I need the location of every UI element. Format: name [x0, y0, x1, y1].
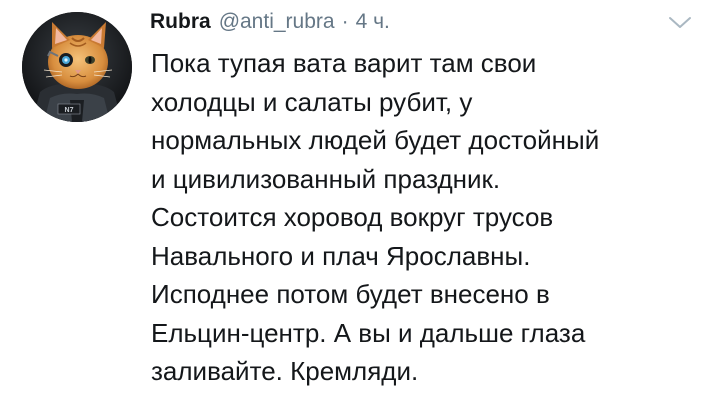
author-name[interactable]: Rubra	[150, 10, 211, 34]
tweet-text-line: Ельцин-центр. А вы и дальше глаза	[151, 317, 586, 348]
tweet-text-line: и цивилизованный праздник.	[151, 163, 501, 194]
chevron-down-icon	[669, 17, 691, 28]
more-options-button[interactable]	[667, 14, 693, 32]
tweet[interactable]: N7 Rubra @anti_rubra · 4 ч. Пока тупая в…	[0, 0, 720, 401]
avatar[interactable]: N7	[22, 12, 132, 122]
tweet-text-line: Навального и плач Ярославны.	[151, 240, 531, 271]
cat-avatar-image: N7	[22, 12, 132, 122]
tweet-text: Пока тупая вата варит там свои холодцы и…	[151, 44, 711, 391]
tweet-text-line: заливайте. Кремляди.	[151, 356, 419, 386]
avatar-badge: N7	[65, 107, 74, 114]
tweet-text-line: Пока тупая вата варит там свои	[151, 48, 537, 78]
tweet-text-line: холодцы и салаты рубит, у	[151, 86, 473, 117]
tweet-text-line: Состоится хоровод вокруг трусов	[151, 202, 554, 232]
tweet-header: Rubra @anti_rubra · 4 ч.	[150, 10, 390, 40]
author-handle[interactable]: @anti_rubra	[219, 10, 335, 34]
tweet-text-line: Исподнее потом будет внесено в	[151, 279, 550, 309]
separator-dot: ·	[341, 10, 349, 33]
tweet-timestamp[interactable]: 4 ч.	[356, 10, 390, 34]
tweet-text-line: нормальных людей будет достойный	[151, 125, 600, 155]
